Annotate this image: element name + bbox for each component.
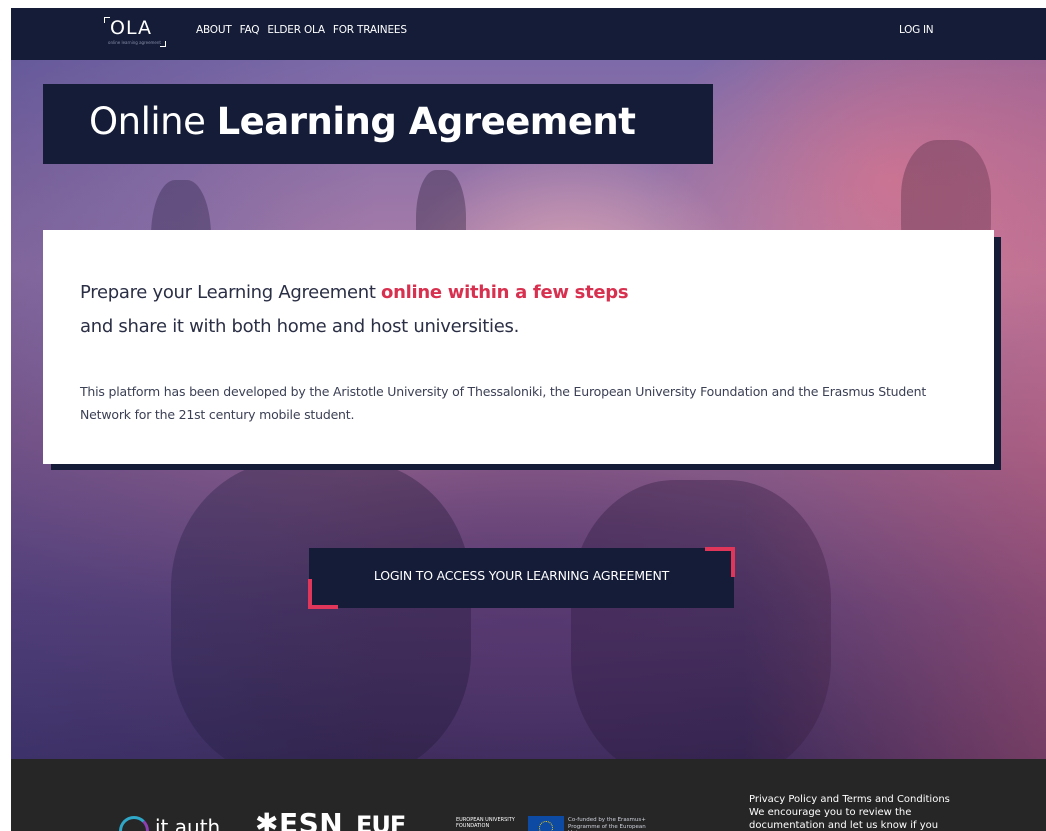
logo-text: OLA bbox=[110, 17, 152, 39]
page-title-bold: Learning Agreement bbox=[216, 100, 636, 143]
intro-headline: Prepare your Learning Agreement online w… bbox=[80, 282, 629, 303]
intro-subheadline: and share it with both home and host uni… bbox=[80, 316, 519, 337]
hero-section: Online Learning Agreement Prepare your L… bbox=[11, 60, 1046, 780]
nav-link-for-trainees[interactable]: FOR TRAINEES bbox=[333, 24, 407, 36]
page-title-light: Online bbox=[89, 100, 217, 143]
page-title: Online Learning Agreement bbox=[89, 100, 636, 143]
euf-logo[interactable]: EUF bbox=[356, 811, 406, 831]
logo-subtitle: online learning agreement bbox=[108, 40, 161, 45]
logo-corner-bottom-right bbox=[160, 41, 166, 47]
cta-corner-bottom-left bbox=[308, 579, 338, 609]
privacy-policy-link[interactable]: Privacy Policy and Terms and Conditions bbox=[749, 793, 979, 806]
privacy-notice: Privacy Policy and Terms and Conditions … bbox=[749, 793, 979, 831]
nav-links: ABOUT FAQ ELDER OLA FOR TRAINEES bbox=[196, 24, 407, 36]
esn-logo[interactable]: ✱ESN bbox=[255, 807, 343, 831]
intro-description: This platform has been developed by the … bbox=[80, 384, 927, 422]
eu-flag-icon bbox=[528, 816, 564, 831]
itauth-logo[interactable]: it.auth bbox=[155, 815, 220, 831]
privacy-text-line: documentation and let us know if you bbox=[749, 820, 939, 831]
footer: it.auth ✱ESN EUF EUROPEAN UNIVERSITY FOU… bbox=[11, 759, 1046, 831]
title-banner: Online Learning Agreement bbox=[43, 84, 713, 164]
login-link[interactable]: LOG IN bbox=[899, 24, 934, 36]
login-access-button-label: LOGIN TO ACCESS YOUR LEARNING AGREEMENT bbox=[373, 568, 670, 583]
erasmus-cofunded-text: Co-funded by the Erasmus+ Programme of t… bbox=[568, 817, 646, 831]
intro-headline-start: Prepare your Learning Agreement bbox=[80, 282, 382, 303]
itauth-logo-icon bbox=[119, 816, 149, 831]
nav-link-elder-ola[interactable]: ELDER OLA bbox=[267, 24, 325, 36]
login-access-button[interactable]: LOGIN TO ACCESS YOUR LEARNING AGREEMENT bbox=[308, 547, 735, 609]
privacy-text-line: We encourage you to review the bbox=[749, 807, 912, 818]
page-frame: OLA online learning agreement ABOUT FAQ … bbox=[11, 8, 1046, 831]
ola-logo[interactable]: OLA online learning agreement bbox=[104, 15, 166, 49]
euf-logo-text: EUROPEAN UNIVERSITY FOUNDATION bbox=[456, 817, 515, 829]
intro-headline-highlight: online within a few steps bbox=[381, 282, 629, 303]
top-navbar: OLA online learning agreement ABOUT FAQ … bbox=[11, 8, 1046, 60]
nav-link-about[interactable]: ABOUT bbox=[196, 24, 232, 36]
intro-card: Prepare your Learning Agreement online w… bbox=[43, 230, 994, 464]
nav-link-faq[interactable]: FAQ bbox=[240, 24, 260, 36]
